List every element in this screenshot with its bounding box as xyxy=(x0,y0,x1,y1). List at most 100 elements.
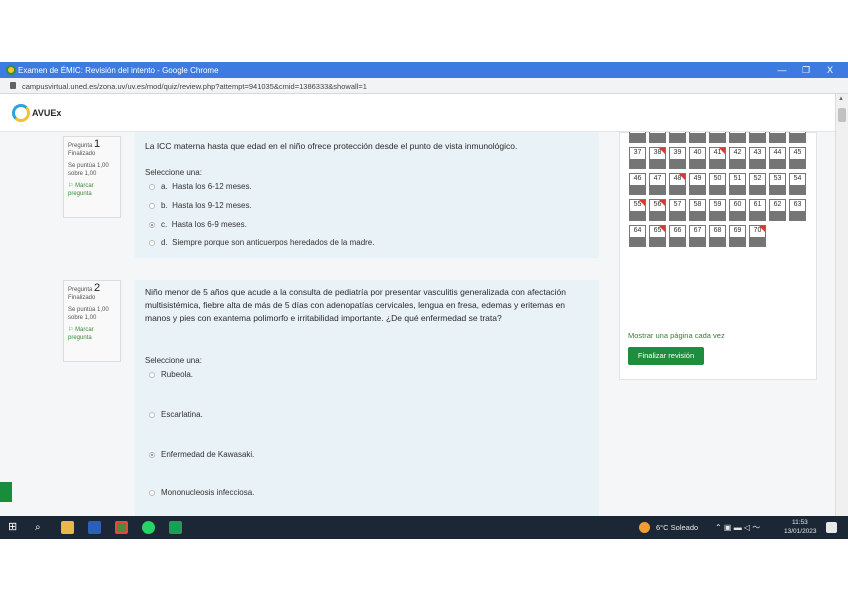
radio-button[interactable] xyxy=(149,489,155,496)
word-icon[interactable] xyxy=(88,521,101,534)
radio-button[interactable] xyxy=(149,411,155,418)
scroll-up-arrow-icon[interactable]: ▲ xyxy=(838,96,844,102)
show-one-page-link[interactable]: Mostrar una página cada vez xyxy=(628,331,725,340)
nav-question-65[interactable]: 65 xyxy=(649,225,666,247)
search-icon[interactable]: ⌕ xyxy=(35,521,48,534)
flag-marker-icon xyxy=(659,226,665,232)
nav-question-number: 53 xyxy=(773,175,782,182)
close-button[interactable]: X xyxy=(820,64,840,76)
nav-question-57[interactable]: 57 xyxy=(669,199,686,221)
radio-button[interactable] xyxy=(149,371,155,378)
nav-question-58[interactable]: 58 xyxy=(689,199,706,221)
nav-question-42[interactable]: 42 xyxy=(729,147,746,169)
radio-button[interactable] xyxy=(149,183,155,190)
nav-question-70[interactable]: 70 xyxy=(749,225,766,247)
radio-button[interactable] xyxy=(149,239,155,246)
answer-option[interactable]: Mononucleosis infecciosa. xyxy=(149,488,254,497)
nav-question-31[interactable]: 31 xyxy=(689,132,706,143)
nav-question-62[interactable]: 62 xyxy=(769,199,786,221)
maximize-button[interactable]: ❐ xyxy=(796,64,816,76)
quiz-navigation-panel: 282930313233343536 37 38 39 40 41 42 43 44 45 46 47… xyxy=(619,132,817,380)
windows-start-icon[interactable]: ⊞ xyxy=(8,521,21,534)
nav-question-64[interactable]: 64 xyxy=(629,225,646,247)
nav-question-56[interactable]: 56 xyxy=(649,199,666,221)
clock-time[interactable]: 11:53 xyxy=(792,519,808,526)
scrollbar-thumb[interactable] xyxy=(838,108,846,122)
flag-marker-icon xyxy=(679,174,685,180)
nav-question-32[interactable]: 32 xyxy=(709,132,726,143)
weather-text[interactable]: 6°C Soleado xyxy=(656,523,698,532)
radio-button[interactable] xyxy=(149,202,155,209)
nav-question-28[interactable]: 28 xyxy=(629,132,646,143)
nav-question-52[interactable]: 52 xyxy=(749,173,766,195)
nav-question-55[interactable]: 55 xyxy=(629,199,646,221)
main-content: Pregunta 1 Finalizado Se puntúa 1,00 sob… xyxy=(0,132,835,516)
notifications-icon[interactable] xyxy=(826,522,837,533)
answer-option[interactable]: Escarlatina. xyxy=(149,410,203,419)
nav-question-60[interactable]: 60 xyxy=(729,199,746,221)
nav-question-61[interactable]: 61 xyxy=(749,199,766,221)
flag-question-link[interactable]: ⚐ Marcar pregunta xyxy=(68,326,116,342)
nav-question-36[interactable]: 36 xyxy=(789,132,806,143)
question-panel-2: Niño menor de 5 años que acude a la cons… xyxy=(135,280,599,516)
nav-question-67[interactable]: 67 xyxy=(689,225,706,247)
system-tray-icons[interactable]: ⌃ ▣ ▬ ◁ 〜 xyxy=(715,522,760,533)
whatsapp-icon[interactable] xyxy=(142,521,155,534)
nav-question-44[interactable]: 44 xyxy=(769,147,786,169)
address-bar[interactable]: campusvirtual.uned.es/zona.uv/uv.es/mod/… xyxy=(0,78,848,94)
nav-question-69[interactable]: 69 xyxy=(729,225,746,247)
nav-question-47[interactable]: 47 xyxy=(649,173,666,195)
answer-option[interactable]: a. Hasta los 6-12 meses. xyxy=(149,182,252,191)
nav-question-number: 37 xyxy=(633,149,642,156)
answer-option[interactable]: Rubeola. xyxy=(149,370,193,379)
nav-question-39[interactable]: 39 xyxy=(669,147,686,169)
nav-question-48[interactable]: 48 xyxy=(669,173,686,195)
nav-question-53[interactable]: 53 xyxy=(769,173,786,195)
radio-button-selected[interactable] xyxy=(149,451,155,458)
chrome-taskbar-icon[interactable] xyxy=(115,521,128,534)
nav-question-number: 52 xyxy=(753,175,762,182)
nav-question-43[interactable]: 43 xyxy=(749,147,766,169)
nav-question-38[interactable]: 38 xyxy=(649,147,666,169)
question-number: Pregunta 2 xyxy=(68,282,101,294)
nav-question-46[interactable]: 46 xyxy=(629,173,646,195)
answered-bar xyxy=(790,185,805,194)
nav-question-35[interactable]: 35 xyxy=(769,132,786,143)
answered-bar xyxy=(650,159,665,168)
avuex-logo-icon[interactable] xyxy=(12,104,30,122)
finish-review-button[interactable]: Finalizar revisión xyxy=(628,347,704,365)
answer-option[interactable]: d. Siempre porque son anticuerpos hereda… xyxy=(149,238,374,247)
file-explorer-icon[interactable] xyxy=(61,521,74,534)
nav-question-51[interactable]: 51 xyxy=(729,173,746,195)
nav-question-50[interactable]: 50 xyxy=(709,173,726,195)
question-number: Pregunta 1 xyxy=(68,138,101,150)
url-text[interactable]: campusvirtual.uned.es/zona.uv/uv.es/mod/… xyxy=(22,82,367,91)
select-one-label: Seleccione una: xyxy=(145,168,202,177)
site-logo-text[interactable]: AVUEx xyxy=(32,108,61,118)
nav-question-30[interactable]: 30 xyxy=(669,132,686,143)
minimize-button[interactable]: — xyxy=(772,64,792,76)
clock-date[interactable]: 13/01/2023 xyxy=(784,528,817,535)
answer-option[interactable]: b. Hasta los 9-12 meses. xyxy=(149,201,252,210)
answer-option[interactable]: c. Hasta los 6-9 meses. xyxy=(149,220,247,229)
nav-question-63[interactable]: 63 xyxy=(789,199,806,221)
nav-question-41[interactable]: 41 xyxy=(709,147,726,169)
nav-question-33[interactable]: 33 xyxy=(729,132,746,143)
nav-question-number: 44 xyxy=(773,149,782,156)
radio-button-selected[interactable] xyxy=(149,221,155,228)
nav-question-40[interactable]: 40 xyxy=(689,147,706,169)
answer-option[interactable]: Enfermedad de Kawasaki. xyxy=(149,450,254,459)
nav-question-29[interactable]: 29 xyxy=(649,132,666,143)
app-c-icon[interactable] xyxy=(169,521,182,534)
flag-question-link[interactable]: ⚐ Marcar pregunta xyxy=(68,182,116,198)
nav-question-34[interactable]: 34 xyxy=(749,132,766,143)
nav-question-49[interactable]: 49 xyxy=(689,173,706,195)
page-scrollbar[interactable]: ▲ xyxy=(835,94,848,516)
nav-question-45[interactable]: 45 xyxy=(789,147,806,169)
nav-question-68[interactable]: 68 xyxy=(709,225,726,247)
nav-question-54[interactable]: 54 xyxy=(789,173,806,195)
nav-question-37[interactable]: 37 xyxy=(629,147,646,169)
nav-question-66[interactable]: 66 xyxy=(669,225,686,247)
flag-marker-icon xyxy=(659,200,665,206)
nav-question-59[interactable]: 59 xyxy=(709,199,726,221)
